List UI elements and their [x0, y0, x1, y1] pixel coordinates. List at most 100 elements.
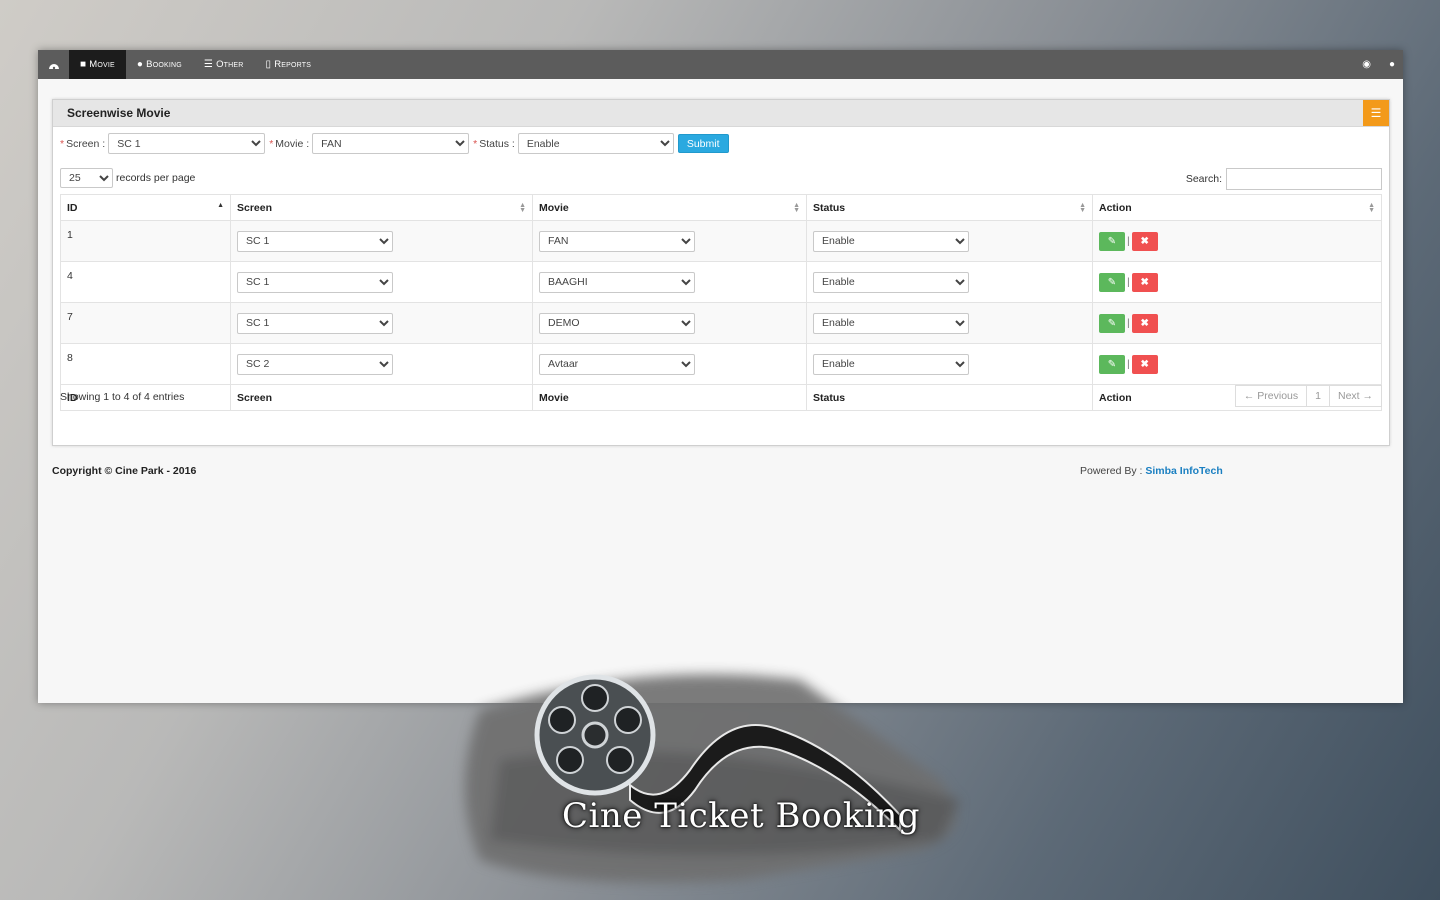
header-id[interactable]: ID ▲ — [60, 194, 231, 221]
submit-button[interactable]: Submit — [677, 134, 729, 153]
cell-screen: SC 2 — [230, 343, 533, 385]
delete-icon[interactable]: ✖ — [1131, 272, 1158, 292]
action-separator: | — [1127, 317, 1130, 329]
row-movie-select[interactable]: BAAGHI — [539, 271, 695, 293]
eye-icon[interactable]: ◉ — [1362, 59, 1371, 70]
cell-id: 4 — [60, 261, 231, 303]
page-length-control: 25 records per page — [60, 168, 195, 188]
cell-status: Enable — [806, 220, 1093, 262]
screenwise-movie-table: ID ▲ Screen ▲ ▼ Movie ▲ ▼ Status ▲ ▼ Action ▲ ▼ 1… — [60, 194, 1382, 411]
nav-right-tools: ◉ ● — [1362, 50, 1395, 79]
search-label: Search: — [1185, 173, 1222, 185]
header-screen[interactable]: Screen ▲ ▼ — [230, 194, 533, 221]
cell-action: ✎ | ✖ — [1092, 220, 1382, 262]
records-per-page-label: records per page — [116, 172, 196, 184]
header-status[interactable]: Status ▲ ▼ — [806, 194, 1093, 221]
delete-icon[interactable]: ✖ — [1131, 354, 1158, 374]
panel-header: Screenwise Movie ☰ — [53, 100, 1389, 127]
cell-status: Enable — [806, 302, 1093, 344]
page-length-select[interactable]: 25 — [60, 168, 113, 188]
cell-screen: SC 1 — [230, 261, 533, 303]
required-marker: * — [60, 137, 65, 150]
row-screen-select[interactable]: SC 1 — [237, 271, 393, 293]
header-action[interactable]: Action ▲ ▼ — [1092, 194, 1382, 221]
copyright: Copyright © Cine Park - 2016 — [52, 465, 197, 477]
sort-icon: ▲ ▼ — [793, 202, 800, 214]
screenwise-movie-panel: Screenwise Movie ☰ * Screen : SC 1 * Mov… — [52, 99, 1390, 446]
search-control: Search: — [1186, 168, 1382, 190]
logo-text: Cine Ticket Booking — [562, 796, 921, 836]
cell-id: 7 — [60, 302, 231, 344]
header-movie[interactable]: Movie ▲ ▼ — [532, 194, 807, 221]
powered-by: Powered By : Simba InfoTech — [1080, 465, 1223, 477]
cell-movie: BAAGHI — [532, 261, 807, 303]
row-screen-select[interactable]: SC 1 — [237, 230, 393, 252]
row-movie-select[interactable]: DEMO — [539, 312, 695, 334]
dashboard-icon[interactable] — [38, 50, 69, 79]
table-row: 1 SC 1 FAN Enable ✎ | ✖ — [60, 220, 1382, 262]
row-status-select[interactable]: Enable — [813, 230, 969, 252]
sort-icon: ▲ ▼ — [519, 202, 526, 214]
screen-select[interactable]: SC 1 — [108, 133, 266, 154]
next-button[interactable]: Next → — [1329, 385, 1382, 407]
video-camera-icon: ■ — [80, 59, 87, 70]
edit-icon[interactable]: ✎ — [1099, 313, 1125, 333]
row-status-select[interactable]: Enable — [813, 312, 969, 334]
previous-button[interactable]: ← Previous — [1234, 385, 1308, 407]
edit-icon[interactable]: ✎ — [1099, 231, 1125, 251]
row-screen-select[interactable]: SC 1 — [237, 312, 393, 334]
user-icon: ● — [136, 59, 144, 70]
user-account-icon[interactable]: ● — [1389, 59, 1395, 70]
cell-id: 8 — [60, 343, 231, 385]
page-1-button[interactable]: 1 — [1307, 385, 1330, 407]
cell-status: Enable — [806, 343, 1093, 385]
edit-icon[interactable]: ✎ — [1099, 272, 1125, 292]
nav-movie[interactable]: ■ Movie — [69, 50, 126, 79]
delete-icon[interactable]: ✖ — [1131, 231, 1158, 251]
cell-action: ✎ | ✖ — [1092, 302, 1382, 344]
list-toggle-icon[interactable]: ☰ — [1363, 100, 1389, 126]
app-window: ■ Movie ● Booking ☰ Other ▯ Reports ◉ ● … — [38, 50, 1403, 703]
top-navbar: ■ Movie ● Booking ☰ Other ▯ Reports ◉ ● — [38, 50, 1403, 79]
required-marker: * — [473, 137, 478, 150]
action-separator: | — [1127, 235, 1130, 247]
nav-booking-label: Booking — [146, 59, 182, 70]
cell-movie: Avtaar — [532, 343, 807, 385]
nav-other[interactable]: ☰ Other — [193, 50, 255, 79]
nav-reports[interactable]: ▯ Reports — [255, 50, 323, 79]
footer-movie: Movie — [532, 384, 807, 411]
search-input[interactable] — [1226, 168, 1382, 190]
edit-icon[interactable]: ✎ — [1099, 354, 1125, 374]
sort-icon: ▲ ▼ — [1079, 202, 1086, 214]
table-row: 4 SC 1 BAAGHI Enable ✎ | ✖ — [60, 261, 1382, 303]
row-status-select[interactable]: Enable — [813, 271, 969, 293]
sort-icon: ▲ ▼ — [1368, 202, 1375, 214]
action-separator: | — [1127, 358, 1130, 370]
company-link[interactable]: Simba InfoTech — [1145, 465, 1222, 477]
filter-form: * Screen : SC 1 * Movie : FAN * Status :… — [60, 133, 729, 154]
footer-screen: Screen — [230, 384, 533, 411]
cell-screen: SC 1 — [230, 220, 533, 262]
row-movie-select[interactable]: FAN — [539, 230, 695, 252]
status-select[interactable]: Enable — [517, 133, 674, 154]
sort-asc-icon: ▲ — [217, 202, 224, 209]
movie-label: Movie : — [275, 137, 310, 150]
nav-other-label: Other — [216, 59, 244, 70]
row-screen-select[interactable]: SC 2 — [237, 353, 393, 375]
delete-icon[interactable]: ✖ — [1131, 313, 1158, 333]
film-reel-logo — [465, 674, 960, 883]
cell-action: ✎ | ✖ — [1092, 261, 1382, 303]
row-movie-select[interactable]: Avtaar — [539, 353, 695, 375]
nav-booking[interactable]: ● Booking — [126, 50, 193, 79]
cell-status: Enable — [806, 261, 1093, 303]
cell-movie: DEMO — [532, 302, 807, 344]
pagination: ← Previous 1 Next → — [1234, 385, 1382, 407]
nav-reports-label: Reports — [274, 59, 312, 70]
document-icon: ▯ — [265, 59, 272, 70]
status-label: Status : — [479, 137, 515, 150]
cell-screen: SC 1 — [230, 302, 533, 344]
list-icon: ☰ — [203, 59, 214, 70]
movie-select[interactable]: FAN — [312, 133, 470, 154]
row-status-select[interactable]: Enable — [813, 353, 969, 375]
reel-icon — [534, 674, 656, 796]
